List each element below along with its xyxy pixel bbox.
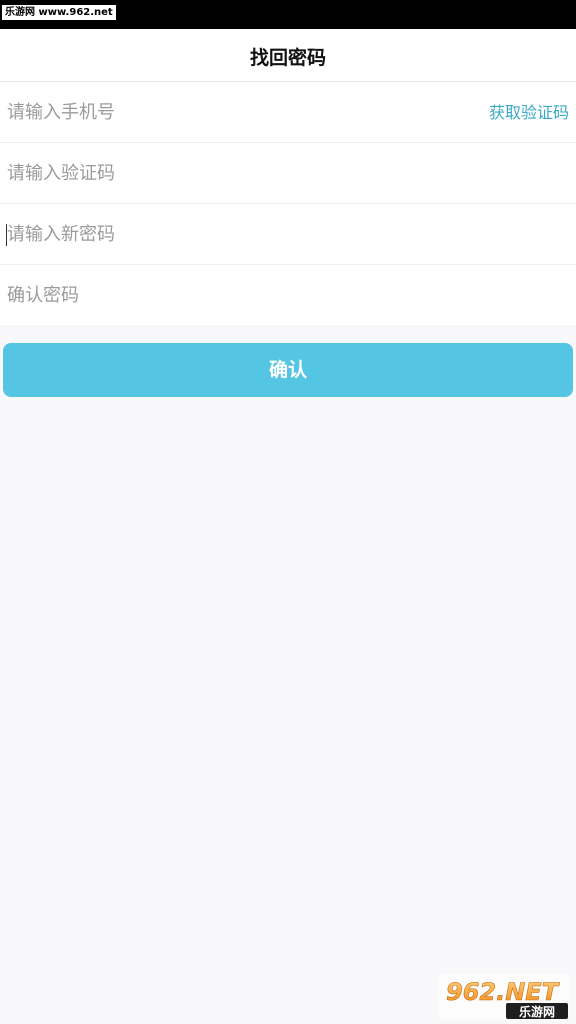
watermark-text: 乐游网 www.962.net: [2, 5, 116, 20]
confirm-button[interactable]: 确认: [3, 343, 573, 397]
get-code-button[interactable]: 获取验证码: [489, 99, 569, 123]
watermark-logo-text: 962.NET: [446, 978, 560, 1006]
verification-code-input[interactable]: [7, 158, 467, 188]
reset-password-form: 获取验证码: [0, 82, 576, 325]
code-row: [0, 143, 576, 204]
navigation-bar: 找回密码: [0, 29, 576, 82]
new-password-input[interactable]: [7, 219, 467, 249]
confirm-password-row: [0, 265, 576, 325]
watermark-logo: 962.NET 乐游网: [438, 974, 570, 1020]
text-cursor: [6, 224, 7, 246]
page-title: 找回密码: [249, 47, 326, 69]
status-bar: 乐游网 www.962.net: [0, 0, 576, 29]
phone-row: 获取验证码: [0, 82, 576, 143]
watermark-logo-subtext: 乐游网: [519, 1004, 555, 1019]
new-password-row: [0, 204, 576, 265]
confirm-password-input[interactable]: [7, 280, 467, 310]
phone-input[interactable]: [7, 97, 467, 127]
